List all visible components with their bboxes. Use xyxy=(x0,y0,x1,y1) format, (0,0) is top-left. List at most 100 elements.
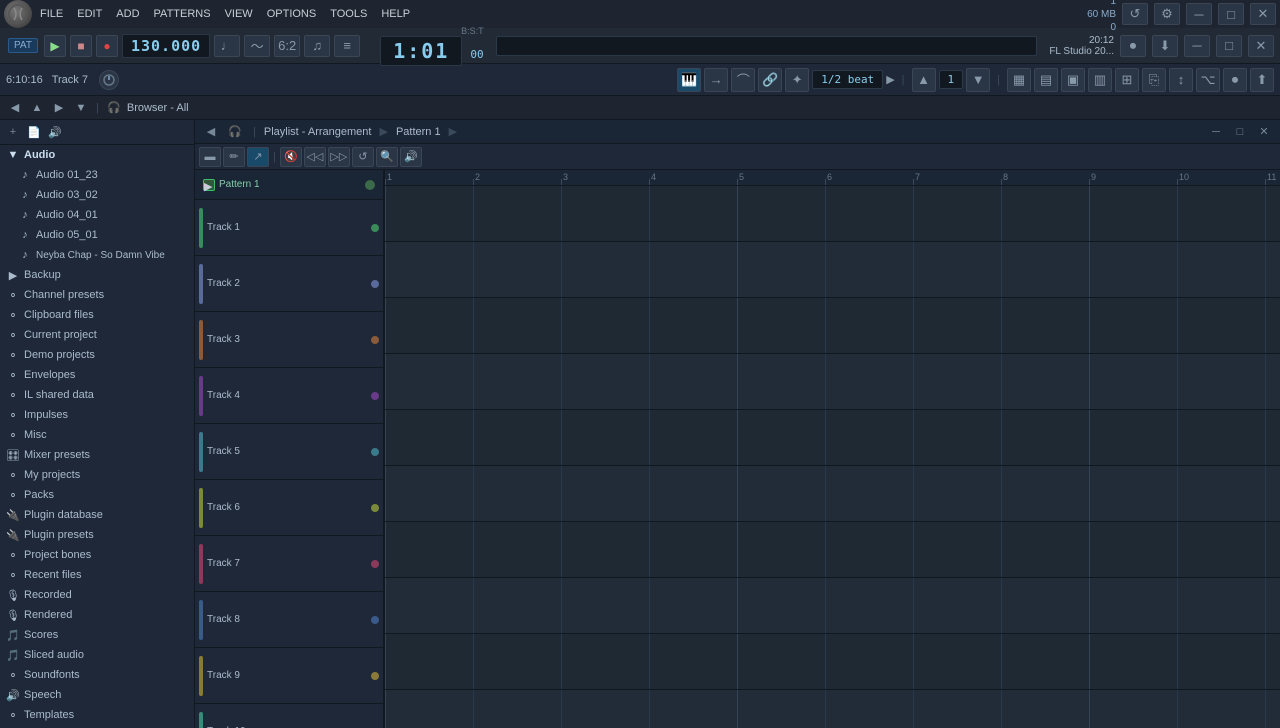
curve-icon[interactable]: ⌒ xyxy=(731,68,755,92)
maximize2-btn[interactable]: □ xyxy=(1216,35,1242,57)
record2-icon[interactable]: ⏺ xyxy=(1120,35,1146,57)
zoom-tool[interactable]: 🔍 xyxy=(376,147,398,167)
browser-item-mixer-presets[interactable]: 🎛 Mixer presets xyxy=(0,445,194,465)
browser-back-btn[interactable]: ◀ xyxy=(6,99,24,117)
browser-item-project-bones[interactable]: ⚬ Project bones xyxy=(0,545,194,565)
note-icon[interactable]: ♫ xyxy=(304,35,330,57)
track-header-7[interactable]: Track 7 xyxy=(195,536,383,592)
menu-file[interactable]: FILE xyxy=(34,6,69,22)
menu-tools[interactable]: TOOLS xyxy=(324,6,373,22)
timeline-scrubber[interactable] xyxy=(496,36,1038,56)
track-header-2[interactable]: Track 2 xyxy=(195,256,383,312)
record3-icon[interactable]: ⏺ xyxy=(1223,68,1247,92)
browser-up-btn[interactable]: ▲ xyxy=(28,99,46,117)
browser-item-sliced-audio[interactable]: 🎵 Sliced audio xyxy=(0,645,194,665)
minimize-btn[interactable]: ─ xyxy=(1186,3,1212,25)
stamp-icon[interactable]: ✦ xyxy=(785,68,809,92)
beat-arrow[interactable]: ▶ xyxy=(886,73,894,86)
draw-tool[interactable]: ▬ xyxy=(199,147,221,167)
browser-item-neyba[interactable]: ♪ Neyba Chap - So Damn Vibe xyxy=(0,245,194,265)
browser-item-rendered[interactable]: 🎙 Rendered xyxy=(0,605,194,625)
browser-item-audio[interactable]: ▼ Audio xyxy=(0,145,194,165)
browser-item-demo-projects[interactable]: ⚬ Demo projects xyxy=(0,345,194,365)
volume-tool[interactable]: 🔊 xyxy=(400,147,422,167)
browser-item-my-projects[interactable]: ⚬ My projects xyxy=(0,465,194,485)
track-header-8[interactable]: Track 8 xyxy=(195,592,383,648)
loop-tool[interactable]: ↺ xyxy=(352,147,374,167)
browser-item-audio0302[interactable]: ♪ Audio 03_02 xyxy=(0,185,194,205)
menu-add[interactable]: ADD xyxy=(110,6,145,22)
settings-btn[interactable]: ⚙ xyxy=(1154,3,1180,25)
playlist-grid-scroll[interactable]: 1234567891011121314151617 xyxy=(385,170,1280,728)
browser-item-speech[interactable]: 🔊 Speech xyxy=(0,685,194,705)
copy-icon[interactable]: ⎘ xyxy=(1142,68,1166,92)
grid-track-row-5[interactable] xyxy=(385,410,1280,466)
browser-item-audio0123[interactable]: ♪ Audio 01_23 xyxy=(0,165,194,185)
grid-track-row-7[interactable] xyxy=(385,522,1280,578)
grid-track-row-8[interactable] xyxy=(385,578,1280,634)
menu-patterns[interactable]: PATTERNS xyxy=(148,6,217,22)
mixer-icon[interactable]: ⊞ xyxy=(1115,68,1139,92)
volume-knob[interactable] xyxy=(99,70,119,90)
browser-item-audio0501[interactable]: ♪ Audio 05_01 xyxy=(0,225,194,245)
browser-item-audio0401[interactable]: ♪ Audio 04_01 xyxy=(0,205,194,225)
playlist-close-icon[interactable]: ✕ xyxy=(1254,123,1274,141)
play-button[interactable]: ▶ xyxy=(44,35,66,57)
track-header-5[interactable]: Track 5 xyxy=(195,424,383,480)
pattern-settings-btn[interactable] xyxy=(365,180,375,190)
paint-tool[interactable]: ✏ xyxy=(223,147,245,167)
browser-item-packs[interactable]: ⚬ Packs xyxy=(0,485,194,505)
stop-button[interactable]: ■ xyxy=(70,35,92,57)
browser-item-clipboard-files[interactable]: ⚬ Clipboard files xyxy=(0,305,194,325)
playlist-icon[interactable]: ▦ xyxy=(1007,68,1031,92)
browser-item-scores[interactable]: 🎵 Scores xyxy=(0,625,194,645)
browser-item-soundfonts[interactable]: ⚬ Soundfonts xyxy=(0,665,194,685)
browser-add-btn[interactable]: + xyxy=(4,123,22,141)
pat-zone[interactable]: PAT xyxy=(8,38,38,53)
link-icon[interactable]: 🔗 xyxy=(758,68,782,92)
pattern-icon[interactable]: ▥ xyxy=(1088,68,1112,92)
playlist-nav-left[interactable]: ◀ xyxy=(201,123,221,141)
track-header-4[interactable]: Track 4 xyxy=(195,368,383,424)
browser-fwd-btn[interactable]: ▶ xyxy=(50,99,68,117)
browser-item-plugin-presets[interactable]: 🔌 Plugin presets xyxy=(0,525,194,545)
page-down-icon[interactable]: ▼ xyxy=(966,68,990,92)
grid-track-row-9[interactable] xyxy=(385,634,1280,690)
grid-track-row-1[interactable] xyxy=(385,186,1280,242)
metronome-icon[interactable]: ♩ xyxy=(214,35,240,57)
browser-item-impulses[interactable]: ⚬ Impulses xyxy=(0,405,194,425)
browser-item-current-project[interactable]: ⚬ Current project xyxy=(0,325,194,345)
playlist3-icon[interactable]: ▣ xyxy=(1061,68,1085,92)
playlist-headphones-icon[interactable]: 🎧 xyxy=(225,123,245,141)
browser-headphones-icon[interactable]: 🎧 xyxy=(105,99,123,117)
reset-btn[interactable]: ↺ xyxy=(1122,3,1148,25)
track-header-6[interactable]: Track 6 xyxy=(195,480,383,536)
browser-down-btn[interactable]: ▼ xyxy=(72,99,90,117)
download-icon[interactable]: ⬇ xyxy=(1152,35,1178,57)
menu-edit[interactable]: EDIT xyxy=(71,6,108,22)
browser-item-channel-presets[interactable]: ⚬ Channel presets xyxy=(0,285,194,305)
browser-item-envelopes[interactable]: ⚬ Envelopes xyxy=(0,365,194,385)
grid-track-row-10[interactable] xyxy=(385,690,1280,728)
grid-track-row-4[interactable] xyxy=(385,354,1280,410)
pattern-expand-btn[interactable]: ▶ xyxy=(203,179,215,191)
track-header-3[interactable]: Track 3 xyxy=(195,312,383,368)
grid-track-row-3[interactable] xyxy=(385,298,1280,354)
mute-tool[interactable]: 🔇 xyxy=(280,147,302,167)
minimize2-btn[interactable]: ─ xyxy=(1184,35,1210,57)
browser-file-btn[interactable]: 📄 xyxy=(25,123,43,141)
menu-options[interactable]: OPTIONS xyxy=(261,6,323,22)
grid-track-row-6[interactable] xyxy=(385,466,1280,522)
move-icon[interactable]: ↕ xyxy=(1169,68,1193,92)
playlist-maximize-icon[interactable]: □ xyxy=(1230,123,1250,141)
browser-vol-btn[interactable]: 🔊 xyxy=(46,123,64,141)
arrow-right-icon[interactable]: → xyxy=(704,68,728,92)
browser-item-misc[interactable]: ⚬ Misc xyxy=(0,425,194,445)
browser-item-recent-files[interactable]: ⚬ Recent files xyxy=(0,565,194,585)
maximize-btn[interactable]: □ xyxy=(1218,3,1244,25)
browser-item-templates[interactable]: ⚬ Templates xyxy=(0,705,194,725)
snap-back-tool[interactable]: ◁◁ xyxy=(304,147,326,167)
page-up-icon[interactable]: ▲ xyxy=(912,68,936,92)
filter-icon[interactable]: ⌥ xyxy=(1196,68,1220,92)
select-tool[interactable]: ↗ xyxy=(247,147,269,167)
